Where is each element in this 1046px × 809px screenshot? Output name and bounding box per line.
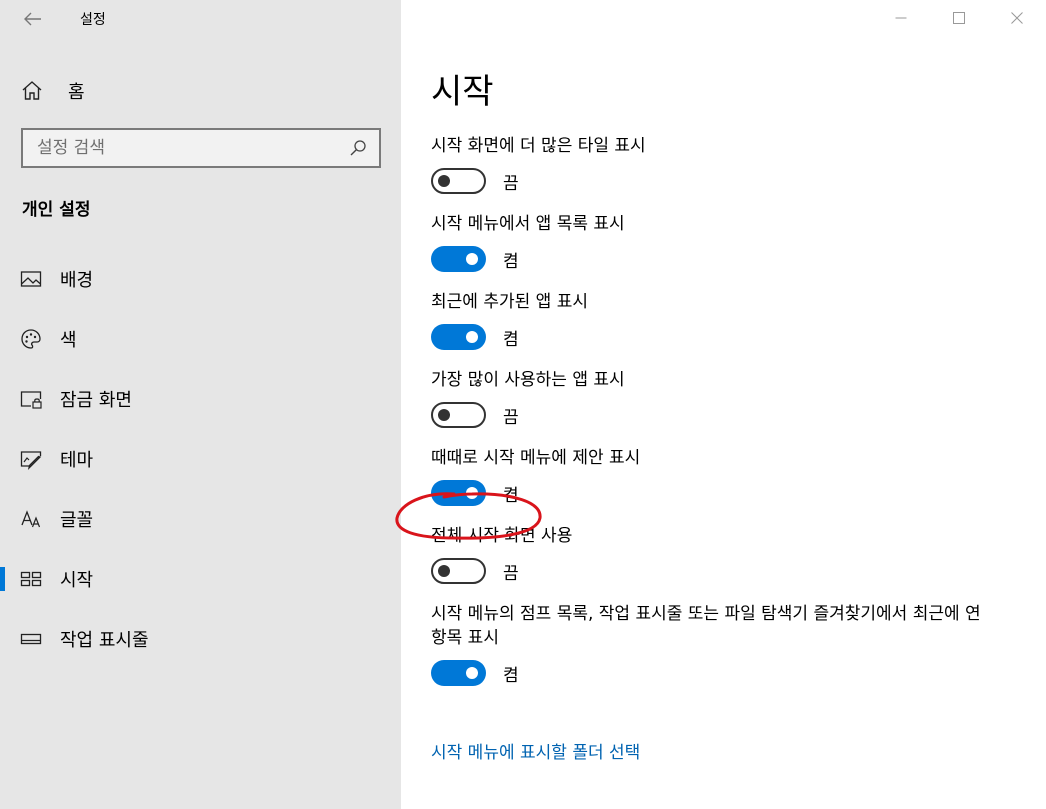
- search-box[interactable]: [21, 128, 381, 168]
- setting-more-tiles: 시작 화면에 더 많은 타일 표시 끔: [431, 134, 1031, 195]
- maximize-button[interactable]: [930, 0, 988, 36]
- toggle-switch[interactable]: [431, 480, 486, 506]
- choose-folders-link[interactable]: 시작 메뉴에 표시할 폴더 선택: [431, 738, 640, 763]
- setting-recent-items: 시작 메뉴의 점프 목록, 작업 표시줄 또는 파일 탐색기 즐겨찾기에서 최근…: [431, 602, 1031, 687]
- sidebar-item-label: 글꼴: [60, 510, 94, 531]
- main-pane: 시작 시작 화면에 더 많은 타일 표시 끔 시작 메뉴에서 앱 목록 표시 켬…: [401, 0, 1046, 809]
- setting-suggestions: 때때로 시작 메뉴에 제안 표시 켬: [431, 446, 1031, 507]
- settings-list: 시작 화면에 더 많은 타일 표시 끔 시작 메뉴에서 앱 목록 표시 켬 최근…: [431, 134, 1031, 704]
- sidebar-item-lock-screen[interactable]: 잠금 화면: [0, 369, 401, 429]
- toggle-switch[interactable]: [431, 168, 486, 194]
- sidebar-item-color[interactable]: 색: [0, 309, 401, 369]
- toggle-switch[interactable]: [431, 246, 486, 272]
- sidebar-item-label: 배경: [60, 270, 94, 291]
- settings-window: 설정 홈 개인 설정 배경: [0, 0, 1046, 809]
- sidebar-item-label: 색: [60, 330, 77, 351]
- setting-label: 시작 메뉴의 점프 목록, 작업 표시줄 또는 파일 탐색기 즐겨찾기에서 최근…: [431, 604, 981, 648]
- setting-full-screen: 전체 시작 화면 사용 끔: [431, 524, 1031, 585]
- toggle-switch[interactable]: [431, 558, 486, 584]
- font-icon: [21, 510, 41, 528]
- sidebar-nav: 배경 색 잠금 화면 테마 글꼴 시작 작업 표시줄: [0, 249, 401, 669]
- toggle-state: 끔: [503, 173, 519, 194]
- lock-screen-icon: [20, 391, 42, 409]
- sidebar-item-label: 잠금 화면: [60, 390, 132, 411]
- back-button[interactable]: [18, 6, 48, 32]
- home-label: 홈: [68, 82, 85, 103]
- minimize-button[interactable]: [872, 0, 930, 36]
- search-input[interactable]: [37, 138, 349, 158]
- toggle-state: 끔: [503, 407, 519, 428]
- home-icon: [22, 81, 42, 100]
- picture-icon: [20, 271, 42, 287]
- sidebar-item-background[interactable]: 배경: [0, 249, 401, 309]
- start-icon: [20, 571, 42, 587]
- toggle-state: 켬: [503, 329, 519, 350]
- toggle-state: 켬: [503, 251, 519, 272]
- app-title: 설정: [80, 12, 106, 28]
- sidebar-item-theme[interactable]: 테마: [0, 429, 401, 489]
- minimize-icon: [895, 17, 907, 19]
- sidebar-item-label: 시작: [60, 570, 94, 591]
- setting-most-used: 가장 많이 사용하는 앱 표시 끔: [431, 368, 1031, 429]
- sidebar-item-taskbar[interactable]: 작업 표시줄: [0, 609, 401, 669]
- maximize-icon: [953, 12, 965, 24]
- setting-app-list: 시작 메뉴에서 앱 목록 표시 켬: [431, 212, 1031, 273]
- theme-icon: [20, 451, 42, 470]
- home-link[interactable]: 홈: [20, 76, 85, 106]
- toggle-state: 끔: [503, 563, 519, 584]
- setting-label: 전체 시작 화면 사용: [431, 526, 573, 546]
- toggle-switch[interactable]: [431, 402, 486, 428]
- setting-label: 시작 메뉴에서 앱 목록 표시: [431, 214, 625, 234]
- search-icon[interactable]: [349, 139, 367, 157]
- sidebar-item-start[interactable]: 시작: [0, 549, 401, 609]
- setting-label: 최근에 추가된 앱 표시: [431, 292, 588, 312]
- setting-label: 가장 많이 사용하는 앱 표시: [431, 370, 625, 390]
- sidebar-item-label: 테마: [60, 450, 94, 471]
- toggle-switch[interactable]: [431, 324, 486, 350]
- back-arrow-icon: [24, 12, 41, 26]
- taskbar-icon: [20, 633, 42, 645]
- setting-label: 시작 화면에 더 많은 타일 표시: [431, 136, 646, 156]
- sidebar: 설정 홈 개인 설정 배경: [0, 0, 401, 809]
- setting-label: 때때로 시작 메뉴에 제안 표시: [431, 448, 641, 468]
- palette-icon: [21, 329, 41, 349]
- page-title: 시작: [431, 72, 494, 112]
- toggle-state: 켬: [503, 485, 519, 506]
- section-title: 개인 설정: [22, 200, 91, 220]
- window-controls: [872, 0, 1046, 36]
- toggle-switch[interactable]: [431, 660, 486, 686]
- sidebar-item-label: 작업 표시줄: [60, 630, 149, 651]
- sidebar-item-fonts[interactable]: 글꼴: [0, 489, 401, 549]
- close-button[interactable]: [988, 0, 1046, 36]
- toggle-state: 켬: [503, 665, 519, 686]
- setting-recent-apps: 최근에 추가된 앱 표시 켬: [431, 290, 1031, 351]
- close-icon: [1011, 12, 1023, 24]
